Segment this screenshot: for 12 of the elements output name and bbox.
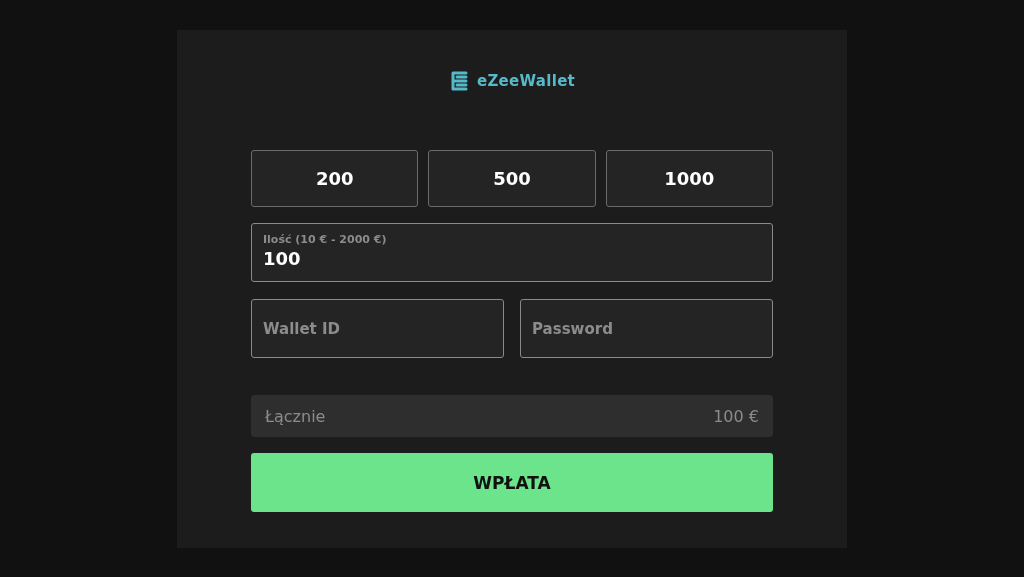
amount-field[interactable]: Ilość (10 € - 2000 €) 100: [251, 223, 773, 282]
total-label: Łącznie: [265, 406, 326, 426]
input-field[interactable]: Wallet ID: [251, 299, 504, 358]
amount-preset-button[interactable]: 1000: [605, 150, 773, 207]
input-field[interactable]: Password: [520, 299, 773, 358]
amount-label: Ilość (10 € - 2000 €): [263, 233, 388, 246]
logo-text: eZeeWallet: [476, 72, 576, 90]
amount-preset-button[interactable]: 200: [251, 150, 419, 207]
amount-input[interactable]: 100: [263, 248, 463, 269]
total-value: 100 €: [713, 406, 759, 426]
amount-preset-button[interactable]: 500: [428, 150, 596, 207]
deposit-button[interactable]: WPŁATA: [251, 453, 773, 512]
